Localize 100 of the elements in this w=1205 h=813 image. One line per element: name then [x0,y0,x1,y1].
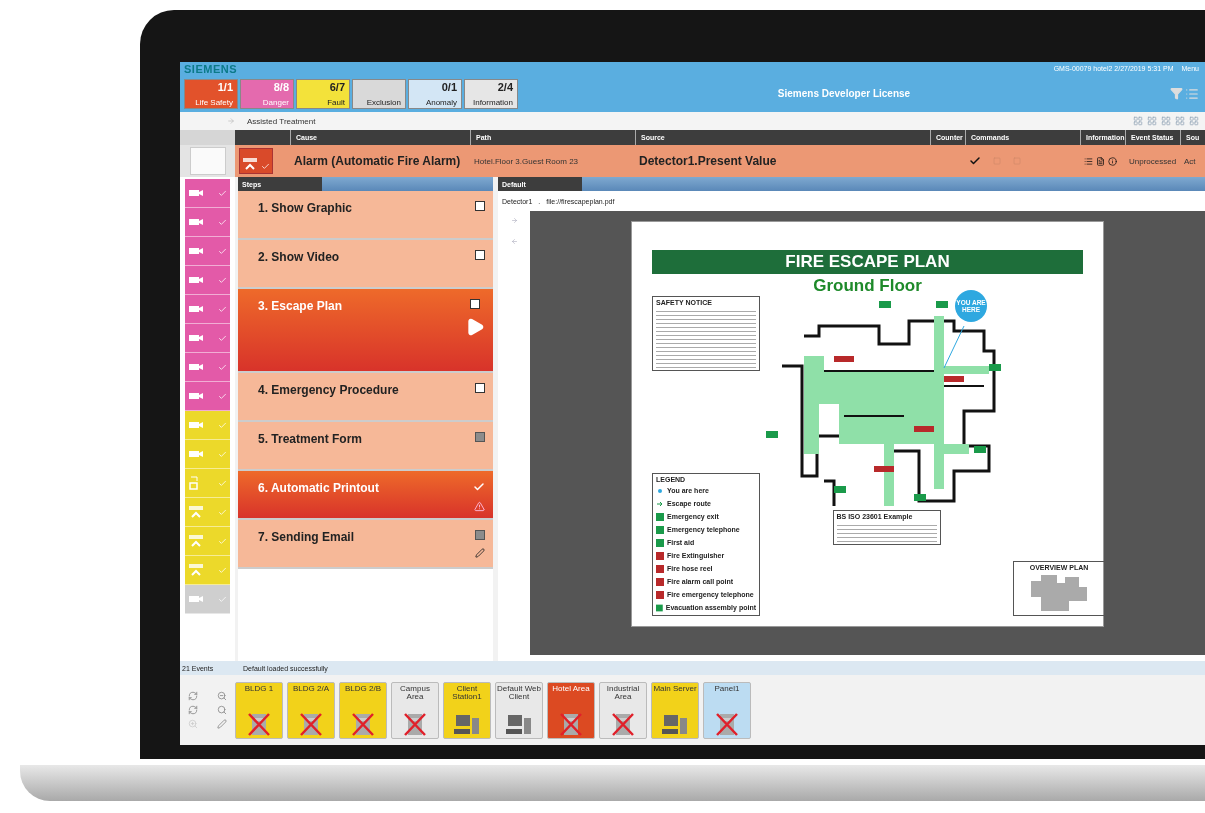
event-tile[interactable] [185,585,230,614]
header-blank-cell [180,130,235,145]
step-checkbox[interactable] [475,383,485,393]
node-tile[interactable]: Campus Area [391,681,439,739]
step-item[interactable]: 1. Show Graphic [238,191,493,240]
node-tile[interactable]: BLDG 1 [235,681,283,739]
event-source-text: Act [1184,156,1196,166]
legend-symbol-icon [656,486,664,495]
event-tile[interactable] [185,411,230,440]
event-path: Hotel.Floor 3.Guest Room 23 [474,156,579,166]
summary-label: Exclusion [366,97,401,107]
node-tile[interactable]: BLDG 2/A [287,681,335,739]
license-text: Siemens Developer License [776,88,912,99]
filter-icon[interactable] [1170,87,1183,100]
step-label: 2. Show Video [258,250,340,266]
event-tile[interactable] [185,556,230,585]
document-icon[interactable] [1096,156,1105,166]
layout-icon[interactable] [1161,116,1171,126]
node-tile[interactable]: Hotel Area [547,681,595,739]
list-icon[interactable] [1084,156,1093,166]
layout-icon[interactable] [1175,116,1185,126]
step-label: 5. Treatment Form [258,432,363,448]
camera-icon [188,217,204,227]
summary-count: 8/8 [273,80,289,93]
check-icon [218,420,227,430]
check-icon [218,246,227,256]
info-icon[interactable] [1108,156,1117,166]
summary-tile[interactable]: Exclusion [352,78,406,109]
building-outline-drawing [1029,573,1089,613]
zoom-out-icon[interactable] [217,691,228,701]
camera-icon [188,449,204,459]
check-icon [218,536,227,546]
check-icon [218,304,227,314]
summary-tile[interactable]: 2/4 Information [464,78,518,109]
layout-icon[interactable] [1147,116,1157,126]
node-tile[interactable]: Default Web Client [495,681,543,739]
check-icon [218,333,227,343]
node-tile[interactable]: Industrial Area [599,681,647,739]
event-tile[interactable] [185,237,230,266]
event-tile[interactable] [185,266,230,295]
detector-icon [188,563,204,577]
detector-icon [188,505,204,519]
step-label: 1. Show Graphic [258,201,353,217]
check-icon [218,449,227,459]
summary-label: Life Safety [195,97,233,107]
event-tile[interactable] [185,527,230,556]
toolbar-title: Assisted Treatment [247,116,317,126]
search-icon[interactable] [217,705,228,715]
pen-icon[interactable] [217,719,228,729]
summary-tile[interactable]: 6/7 Fault [296,78,350,109]
check-icon [261,162,270,171]
event-tile[interactable] [185,353,230,382]
event-cause: Alarm (Automatic Fire Alarm) [294,154,461,168]
step-item[interactable]: 6. Automatic Printout [238,471,493,520]
arrow-icon[interactable] [510,217,518,224]
step-label: 3. Escape Plan [258,299,343,315]
event-tile[interactable] [185,295,230,324]
arrow-icon[interactable] [227,117,235,125]
step-checkbox[interactable] [475,201,485,211]
alarm-tile[interactable] [239,148,273,174]
camera-icon [188,304,204,314]
node-tile[interactable]: Panel1 [703,681,751,739]
event-tile[interactable] [185,179,230,208]
summary-count: 1/1 [217,80,233,93]
node-tile[interactable]: Main Server [651,681,699,739]
step-label: 7. Sending Email [258,530,355,546]
check-icon [218,565,227,575]
node-tile[interactable]: BLDG 2/B [339,681,387,739]
refresh-icon[interactable] [187,691,198,701]
arrow-icon[interactable] [510,238,518,245]
detector-icon [242,157,258,171]
event-tile[interactable] [185,208,230,237]
legend-symbol-icon [656,499,664,508]
camera-icon [188,246,204,256]
summary-label: Information [472,97,513,107]
layout-icon[interactable] [1189,116,1199,126]
summary-label: Anomaly [425,97,457,107]
header-blank-cell [235,130,290,145]
step-item[interactable]: 4. Emergency Procedure [238,373,493,422]
step-label: 4. Emergency Procedure [258,383,399,399]
node-tile[interactable]: Client Station1 [443,681,491,739]
detector-icon [188,534,204,548]
step-checkbox[interactable] [475,250,485,260]
layout-icon[interactable] [1133,116,1143,126]
play-icon [465,317,485,337]
check-icon [218,362,227,372]
summary-tile[interactable]: 0/1 Anomaly [408,78,462,109]
zoom-in-icon[interactable] [187,719,198,729]
event-tile[interactable] [185,498,230,527]
summary-tile[interactable]: 1/1 Life Safety [184,78,238,109]
check-icon [218,478,227,488]
brand-logo: SIEMENS [184,62,237,75]
step-checkbox[interactable] [470,299,480,309]
step-item[interactable]: 2. Show Video [238,240,493,289]
check-icon[interactable] [969,155,981,167]
event-tile[interactable] [185,382,230,411]
camera-icon [188,420,204,430]
event-tile[interactable] [185,469,230,498]
event-tile[interactable] [185,440,230,469]
event-tile[interactable] [185,324,230,353]
